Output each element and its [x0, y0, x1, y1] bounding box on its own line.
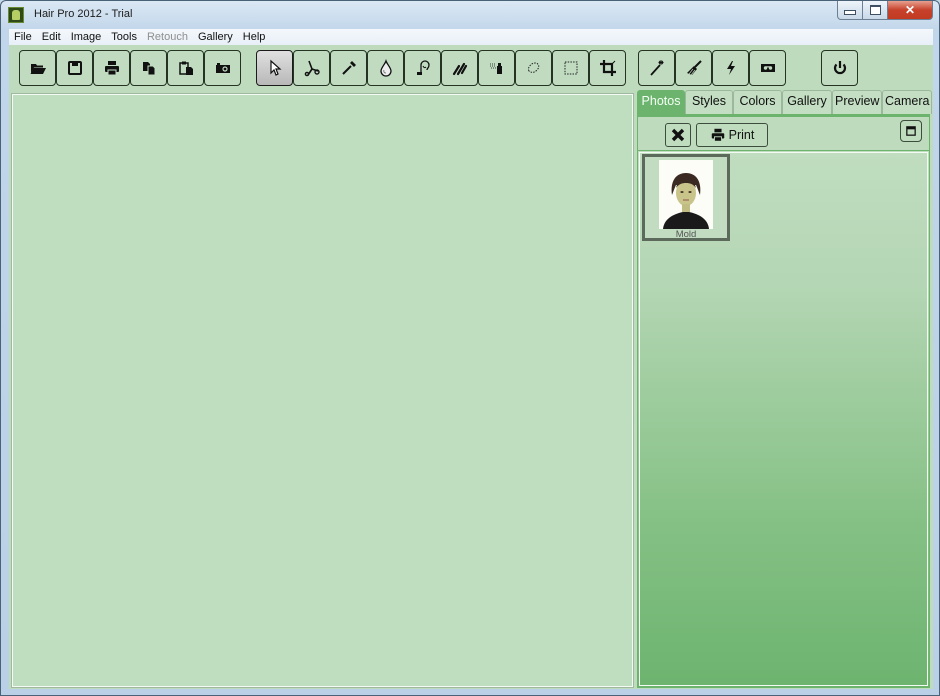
menu-tools[interactable]: Tools — [106, 29, 142, 45]
photo-thumbnails: Mold — [637, 150, 930, 688]
tab-styles[interactable]: Styles — [685, 90, 733, 114]
tape-icon — [760, 64, 775, 72]
menu-edit[interactable]: Edit — [37, 29, 66, 45]
paint-brush-icon — [686, 60, 702, 76]
copy-icon — [142, 62, 155, 76]
print-icon — [104, 61, 119, 76]
rect-select-icon — [564, 61, 577, 75]
drop-tool-button[interactable] — [367, 50, 404, 86]
lightning-icon — [726, 61, 735, 75]
open-button[interactable] — [19, 50, 56, 86]
client-area: Photos Styles Colors Gallery Preview Cam… — [9, 45, 933, 689]
maximize-button[interactable] — [863, 1, 888, 20]
close-icon: ✕ — [904, 3, 916, 17]
exit-button[interactable] — [821, 50, 858, 86]
scissors-icon — [304, 60, 320, 77]
menu-gallery[interactable]: Gallery — [193, 29, 238, 45]
crop-tool-button[interactable] — [589, 50, 626, 86]
window-title: Hair Pro 2012 - Trial — [34, 8, 133, 20]
image-canvas[interactable] — [11, 93, 634, 688]
brush-strokes-icon — [452, 62, 467, 76]
title-bar: Hair Pro 2012 - Trial ✕ — [1, 1, 939, 29]
window-controls: ✕ — [837, 1, 933, 20]
open-folder-icon — [30, 64, 46, 74]
print-label: Print — [728, 128, 755, 142]
tab-gallery[interactable]: Gallery — [782, 90, 832, 114]
menu-file[interactable]: File — [9, 29, 37, 45]
tab-preview[interactable]: Preview — [832, 90, 882, 114]
eyedropper-tool-button[interactable] — [330, 50, 367, 86]
eyedropper-icon — [341, 61, 356, 75]
portrait-image — [659, 160, 713, 229]
print-icon — [711, 128, 724, 142]
paste-button[interactable] — [167, 50, 204, 86]
magic-wand-icon — [649, 60, 663, 76]
paste-icon — [178, 61, 193, 75]
brush-button[interactable] — [675, 50, 712, 86]
lasso-tool-button[interactable] — [515, 50, 552, 86]
menu-help[interactable]: Help — [238, 29, 271, 45]
main-toolbar — [9, 45, 933, 89]
menu-bar: File Edit Image Tools Retouch Gallery He… — [9, 29, 933, 45]
hair-icon — [416, 60, 430, 75]
strokes-tool-button[interactable] — [441, 50, 478, 86]
scissors-tool-button[interactable] — [293, 50, 330, 86]
thumbnail-label: Mold — [675, 229, 697, 240]
print-button[interactable] — [93, 50, 130, 86]
pointer-icon — [269, 59, 282, 76]
lasso-icon — [527, 62, 539, 73]
crop-icon — [599, 60, 616, 76]
flash-button[interactable] — [712, 50, 749, 86]
record-button[interactable] — [749, 50, 786, 86]
tab-camera[interactable]: Camera — [882, 90, 932, 114]
menu-image[interactable]: Image — [66, 29, 107, 45]
app-icon[interactable] — [8, 7, 24, 23]
delete-photo-button[interactable] — [665, 123, 691, 147]
spray-tool-button[interactable] — [478, 50, 515, 86]
camera-button[interactable] — [204, 50, 241, 86]
print-photo-button[interactable]: Print — [696, 123, 768, 147]
x-icon — [671, 128, 685, 142]
photo-thumbnail[interactable]: Mold — [642, 154, 730, 241]
camera-icon — [215, 63, 230, 73]
tab-photos[interactable]: Photos — [637, 90, 685, 114]
rect-select-tool-button[interactable] — [552, 50, 589, 86]
save-icon — [67, 61, 82, 75]
drop-icon — [379, 59, 392, 77]
save-button[interactable] — [56, 50, 93, 86]
tab-colors[interactable]: Colors — [733, 90, 782, 114]
magic-wand-button[interactable] — [638, 50, 675, 86]
side-panel: Photos Styles Colors Gallery Preview Cam… — [637, 90, 932, 688]
spray-icon — [489, 63, 502, 74]
minimize-button[interactable] — [837, 1, 863, 20]
panel-tabs: Photos Styles Colors Gallery Preview Cam… — [637, 90, 932, 114]
power-icon — [833, 61, 846, 75]
maximize-panel-button[interactable] — [900, 120, 922, 142]
maximize-icon — [906, 126, 916, 136]
app-window: Hair Pro 2012 - Trial ✕ File Edit Image … — [0, 0, 940, 696]
select-tool-button[interactable] — [256, 50, 293, 86]
hair-tool-button[interactable] — [404, 50, 441, 86]
photos-toolbar: Print — [637, 114, 930, 150]
copy-button[interactable] — [130, 50, 167, 86]
close-button[interactable]: ✕ — [888, 1, 933, 20]
menu-retouch: Retouch — [146, 31, 188, 43]
